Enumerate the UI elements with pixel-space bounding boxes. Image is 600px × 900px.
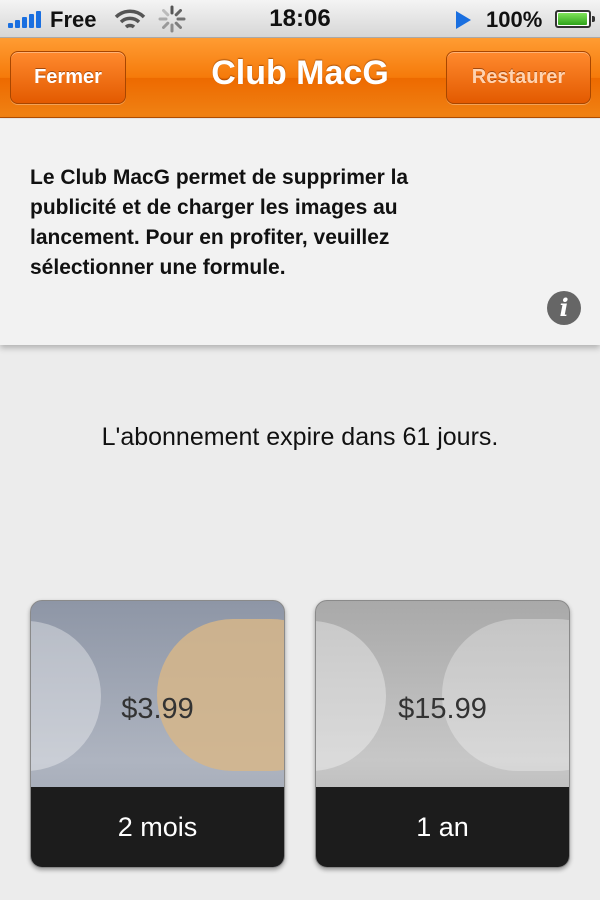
plan-card-2-months[interactable]: $3.99 2 mois — [30, 600, 285, 868]
battery-percentage: 100% — [486, 7, 543, 32]
play-icon — [456, 11, 471, 29]
info-description: Le Club MacG permet de supprimer la publ… — [30, 166, 409, 279]
navigation-bar: Fermer Club MacG Restaurer — [0, 38, 600, 118]
plan-duration: 1 an — [316, 787, 569, 867]
plan-duration: 2 mois — [31, 787, 284, 867]
plan-card-1-year[interactable]: $15.99 1 an — [315, 600, 570, 868]
plan-price: $3.99 — [121, 693, 194, 725]
subscription-expiry-text: L'abonnement expire dans 61 jours. — [101, 423, 499, 451]
plan-price: $15.99 — [398, 693, 487, 725]
info-icon[interactable]: i — [547, 291, 581, 325]
info-panel: Le Club MacG permet de supprimer la publ… — [0, 119, 600, 345]
status-bar: Free 18:06 100% — [0, 0, 600, 38]
battery-icon — [555, 10, 595, 28]
restore-button[interactable]: Restaurer — [446, 51, 591, 104]
